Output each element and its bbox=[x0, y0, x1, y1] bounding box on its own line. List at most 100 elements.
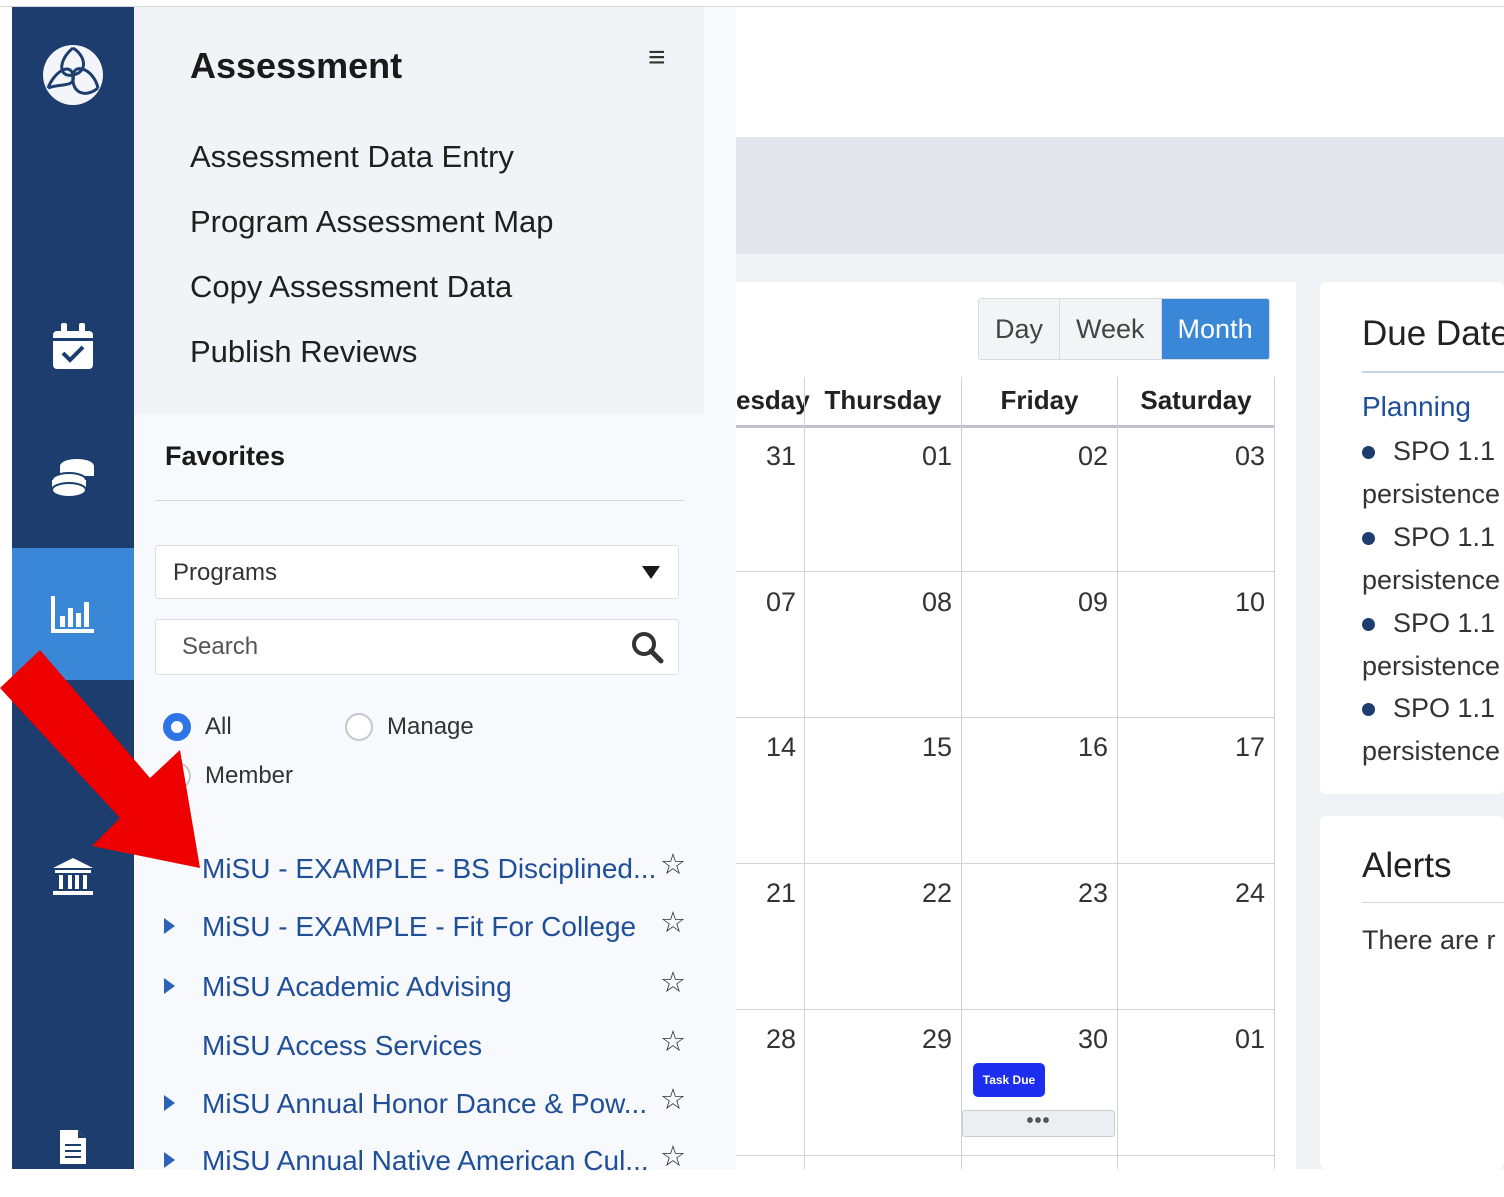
calendar-nav[interactable] bbox=[12, 297, 134, 397]
day-number[interactable]: 03 bbox=[1205, 441, 1265, 472]
program-item[interactable]: MiSU Annual Honor Dance & Pow... ☆ bbox=[134, 1080, 704, 1130]
page-header-band bbox=[736, 137, 1504, 254]
grid-divider bbox=[961, 377, 962, 1169]
more-events-button[interactable]: ••• bbox=[962, 1110, 1115, 1137]
menu-link-copy-assessment-data[interactable]: Copy Assessment Data bbox=[190, 269, 512, 305]
annotation-arrow-icon bbox=[0, 650, 200, 868]
menu-link-assessment-data-entry[interactable]: Assessment Data Entry bbox=[190, 139, 514, 175]
search-input[interactable] bbox=[180, 630, 604, 664]
radio-manage[interactable]: Manage bbox=[345, 713, 474, 741]
chevron-down-icon bbox=[642, 566, 660, 579]
hamburger-menu-icon[interactable]: ≡ bbox=[648, 41, 666, 75]
grid-divider bbox=[736, 1155, 1274, 1156]
due-item-detail: persistence bbox=[1362, 736, 1501, 766]
alerts-card: Alerts There are r bbox=[1320, 816, 1504, 1169]
expand-arrow-icon[interactable] bbox=[164, 918, 175, 934]
day-number[interactable]: 01 bbox=[1205, 1024, 1265, 1055]
program-item[interactable]: MiSU - EXAMPLE - Fit For College ☆ bbox=[134, 903, 704, 953]
grid-divider bbox=[736, 717, 1274, 718]
due-item-detail: persistence bbox=[1362, 479, 1501, 509]
assessment-flyout: Assessment ≡ Assessment Data Entry Progr… bbox=[134, 7, 736, 1176]
flyout-header: Assessment ≡ Assessment Data Entry Progr… bbox=[134, 7, 704, 415]
day-number[interactable]: 21 bbox=[736, 878, 796, 909]
due-item[interactable]: SPO 1.1 bbox=[1362, 608, 1495, 639]
star-icon[interactable]: ☆ bbox=[660, 1024, 686, 1059]
view-month-button[interactable]: Month bbox=[1161, 299, 1269, 359]
day-header-saturday: Saturday bbox=[1118, 377, 1274, 428]
radio-manage-indicator bbox=[345, 713, 373, 741]
due-item[interactable]: SPO 1.1 bbox=[1362, 522, 1495, 553]
star-icon[interactable]: ☆ bbox=[660, 847, 686, 882]
bar-chart-icon bbox=[51, 596, 94, 633]
bullet-icon bbox=[1362, 618, 1375, 632]
view-week-button[interactable]: Week bbox=[1060, 299, 1162, 359]
program-item[interactable]: MiSU Annual Native American Cul... ☆ bbox=[134, 1137, 704, 1187]
due-item[interactable]: SPO 1.1 bbox=[1362, 693, 1495, 724]
program-item[interactable]: MiSU Access Services ☆ bbox=[134, 1022, 704, 1072]
documents-nav[interactable] bbox=[12, 1097, 134, 1197]
grid-divider bbox=[804, 377, 805, 1169]
logo-icon bbox=[43, 45, 103, 105]
day-number[interactable]: 07 bbox=[736, 587, 796, 618]
day-number[interactable]: 08 bbox=[892, 587, 952, 618]
day-number[interactable]: 01 bbox=[892, 441, 952, 472]
due-item[interactable]: SPO 1.1 bbox=[1362, 436, 1495, 467]
day-number[interactable]: 30 bbox=[1048, 1024, 1108, 1055]
menu-link-publish-reviews[interactable]: Publish Reviews bbox=[190, 334, 417, 370]
program-name[interactable]: MiSU Annual Honor Dance & Pow... bbox=[202, 1088, 647, 1120]
day-number[interactable]: 10 bbox=[1205, 587, 1265, 618]
top-border bbox=[0, 0, 1504, 7]
program-name[interactable]: MiSU - EXAMPLE - Fit For College bbox=[202, 911, 636, 943]
grid-divider bbox=[736, 571, 1274, 572]
day-number[interactable]: 24 bbox=[1205, 878, 1265, 909]
expand-arrow-icon[interactable] bbox=[164, 978, 175, 994]
day-number[interactable]: 29 bbox=[892, 1024, 952, 1055]
due-item-label: SPO 1.1 bbox=[1393, 436, 1496, 466]
day-number[interactable]: 02 bbox=[1048, 441, 1108, 472]
expand-arrow-icon[interactable] bbox=[164, 1095, 175, 1111]
calendar-grid bbox=[736, 377, 1275, 1169]
day-header-thursday: Thursday bbox=[805, 377, 961, 428]
favorites-search bbox=[155, 619, 679, 675]
programs-select[interactable]: Programs bbox=[155, 545, 679, 599]
day-number[interactable]: 31 bbox=[736, 441, 796, 472]
grid-divider bbox=[736, 863, 1274, 864]
program-name[interactable]: MiSU Academic Advising bbox=[202, 971, 512, 1003]
search-icon[interactable] bbox=[630, 630, 664, 664]
alerts-title: Alerts bbox=[1362, 846, 1452, 885]
favorites-title: Favorites bbox=[165, 441, 286, 471]
star-icon[interactable]: ☆ bbox=[660, 905, 686, 940]
day-number[interactable]: 23 bbox=[1048, 878, 1108, 909]
programs-select-value: Programs bbox=[173, 559, 278, 586]
day-number[interactable]: 28 bbox=[736, 1024, 796, 1055]
due-item-label: SPO 1.1 bbox=[1393, 693, 1496, 723]
day-number[interactable]: 14 bbox=[736, 732, 796, 763]
due-dates-divider bbox=[1362, 371, 1504, 373]
expand-arrow-icon[interactable] bbox=[164, 1152, 175, 1168]
app-logo[interactable] bbox=[12, 25, 134, 125]
program-name[interactable]: MiSU Annual Native American Cul... bbox=[202, 1145, 649, 1177]
day-number[interactable]: 17 bbox=[1205, 732, 1265, 763]
menu-link-program-assessment-map[interactable]: Program Assessment Map bbox=[190, 204, 554, 240]
bullet-icon bbox=[1362, 703, 1375, 717]
day-number[interactable]: 22 bbox=[892, 878, 952, 909]
calendar-view-switcher: Day Week Month bbox=[978, 298, 1270, 360]
flyout-title: Assessment bbox=[190, 45, 403, 86]
view-day-button[interactable]: Day bbox=[979, 299, 1061, 359]
star-icon[interactable]: ☆ bbox=[660, 1082, 686, 1117]
planning-section-title[interactable]: Planning bbox=[1362, 391, 1471, 423]
grid-divider bbox=[736, 1009, 1274, 1010]
task-due-event[interactable]: Task Due bbox=[973, 1063, 1045, 1097]
finance-nav[interactable] bbox=[12, 429, 134, 529]
program-item[interactable]: MiSU Academic Advising ☆ bbox=[134, 963, 704, 1013]
bullet-icon bbox=[1362, 532, 1375, 546]
calendar-check-icon bbox=[53, 323, 93, 369]
icon-rail bbox=[12, 7, 134, 1169]
day-number[interactable]: 09 bbox=[1048, 587, 1108, 618]
day-number[interactable]: 16 bbox=[1048, 732, 1108, 763]
radio-manage-label: Manage bbox=[387, 713, 474, 740]
program-name[interactable]: MiSU - EXAMPLE - BS Disciplined... bbox=[202, 853, 656, 885]
star-icon[interactable]: ☆ bbox=[660, 965, 686, 1000]
day-number[interactable]: 15 bbox=[892, 732, 952, 763]
program-name[interactable]: MiSU Access Services bbox=[202, 1030, 482, 1062]
